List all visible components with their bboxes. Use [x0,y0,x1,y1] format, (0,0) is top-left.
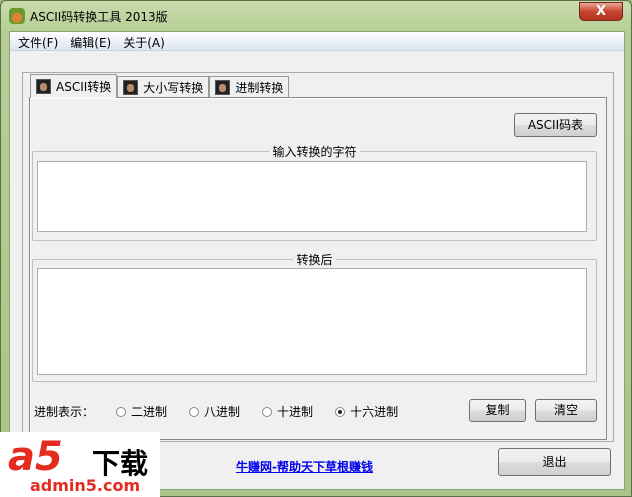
radio-dot [262,406,273,417]
cow-icon [215,80,231,95]
tab-radix[interactable]: 进制转换 [209,76,290,98]
app-icon [9,8,25,24]
tab-label: 大小写转换 [143,81,204,95]
tab-label: ASCII转换 [56,80,112,94]
menu-file[interactable]: 文件(F) [12,32,64,50]
watermark-logo: a5 下载 admin5.com [0,432,160,497]
radio-dot [189,406,200,417]
close-button[interactable]: X [579,2,623,21]
tab-ascii[interactable]: ASCII转换 [30,74,118,98]
ascii-table-button[interactable]: ASCII码表 [514,113,597,137]
radio-label: 十六进制 [350,405,399,419]
exit-button[interactable]: 退出 [498,448,611,476]
radio-hex[interactable]: 十六进制 [335,403,398,420]
radix-label: 进制表示： [34,405,95,419]
radix-selector: 进制表示： 二进制 八进制 十进制 十六进制 [34,403,420,420]
watermark-domain: admin5.com [30,476,141,495]
tab-label: 进制转换 [235,81,284,95]
radio-label: 十进制 [277,405,314,419]
window-frame: ASCII码转换工具 2013版 X 文件(F) 编辑(E) 关于(A) ASC… [0,0,632,497]
menu-about[interactable]: 关于(A) [117,32,171,50]
window-title: ASCII码转换工具 2013版 [30,9,168,24]
output-textarea[interactable] [37,268,587,375]
input-textarea[interactable] [37,161,587,232]
clear-button[interactable]: 清空 [535,399,597,422]
radio-octal[interactable]: 八进制 [189,403,240,420]
promo-link[interactable]: 牛赚网-帮助天下草根赚钱 [236,458,373,475]
cow-icon [123,80,139,95]
radio-label: 二进制 [131,405,168,419]
radio-decimal[interactable]: 十进制 [262,403,313,420]
title-bar: ASCII码转换工具 2013版 [9,6,168,26]
menu-edit[interactable]: 编辑(E) [64,32,117,50]
copy-button[interactable]: 复制 [469,399,526,422]
menu-bar: 文件(F) 编辑(E) 关于(A) [10,32,624,51]
input-group-label: 输入转换的字符 [272,145,357,159]
radio-dot [116,406,127,417]
radio-label: 八进制 [204,405,241,419]
cow-icon [36,79,51,94]
radio-dot [335,406,346,417]
tab-case[interactable]: 大小写转换 [117,76,210,98]
tab-strip: ASCII转换 大小写转换 进制转换 [30,74,290,98]
radio-binary[interactable]: 二进制 [116,403,167,420]
output-group-label: 转换后 [296,253,333,267]
